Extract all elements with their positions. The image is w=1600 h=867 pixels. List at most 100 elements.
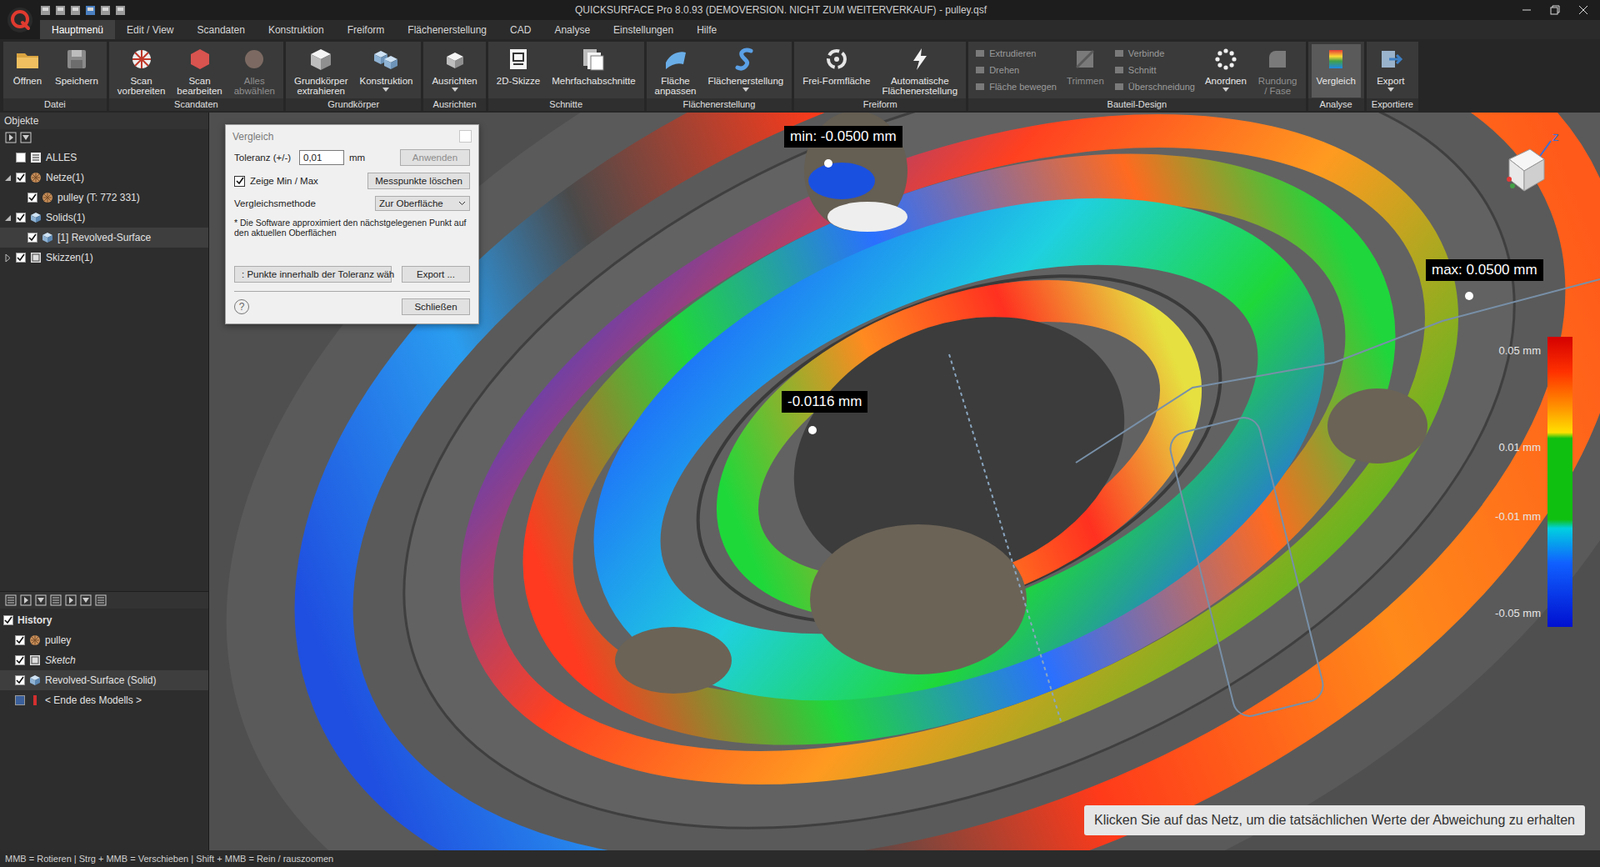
ribbon-button[interactable]: Ausrichten	[426, 44, 482, 98]
tree-row[interactable]: ALLES	[0, 147, 209, 168]
ribbon-button[interactable]: Vergleich	[1311, 44, 1361, 98]
panel-tool-icon[interactable]	[50, 594, 62, 606]
checkbox[interactable]	[15, 152, 26, 163]
panel-tool-icon[interactable]	[20, 594, 32, 606]
menu-tab[interactable]: Hauptmenü	[40, 20, 115, 40]
show-minmax-checkbox[interactable]	[234, 175, 245, 187]
close-dialog-button[interactable]: Schließen	[401, 298, 470, 315]
panel-tool-icon[interactable]	[5, 131, 17, 144]
menu-tab[interactable]: CAD	[498, 20, 543, 40]
app-logo[interactable]	[0, 0, 40, 40]
tree-row[interactable]: pulley (T: 772 331)	[0, 187, 209, 208]
menu-tab[interactable]: Analyse	[542, 20, 602, 40]
menu-tab[interactable]: Edit / View	[115, 20, 185, 40]
tree-row[interactable]: Skizzen(1)	[0, 247, 209, 268]
panel-tool-icon[interactable]	[95, 594, 107, 606]
window-controls	[1521, 5, 1595, 15]
ribbon-small-button[interactable]: Überschneidung	[1114, 78, 1195, 95]
ribbon-button[interactable]: Grundkörper extrahieren	[289, 44, 354, 98]
checkbox[interactable]	[27, 232, 38, 243]
ribbon-button[interactable]: Scan bearbeiten	[171, 44, 227, 98]
panel-tool-icon[interactable]	[65, 594, 77, 606]
ball-icon	[240, 45, 268, 73]
history-row[interactable]: Revolved-Surface (Solid)	[0, 670, 209, 690]
export-button[interactable]: Export ...	[401, 265, 470, 283]
history-row[interactable]: pulley	[0, 630, 209, 650]
recycle-icon	[823, 45, 850, 73]
ribbon-button[interactable]: Konstruktion	[355, 44, 419, 98]
quick-access-icon[interactable]	[85, 5, 96, 16]
method-select[interactable]: Zur Oberfläche	[375, 195, 470, 211]
ribbon-button[interactable]: Speichern	[50, 44, 104, 98]
checkbox[interactable]	[15, 212, 26, 223]
close-button[interactable]	[459, 130, 472, 143]
ribbon-small-button[interactable]: Fläche bewegen	[975, 78, 1057, 95]
ribbon-button[interactable]: Frei-Formfläche	[797, 44, 875, 98]
checkbox[interactable]	[15, 635, 25, 645]
ribbon-button[interactable]: Fläche anpassen	[650, 44, 702, 98]
quick-access-icon[interactable]	[115, 5, 126, 16]
checkbox[interactable]	[15, 675, 25, 685]
apply-button[interactable]: Anwenden	[400, 149, 470, 166]
nav-cube[interactable]: z	[1492, 125, 1568, 201]
dialog-title-bar[interactable]: Vergleich	[225, 125, 479, 148]
tree-row[interactable]: Netze(1)	[0, 167, 209, 188]
history-row[interactable]: < Ende des Modells >	[0, 690, 209, 710]
ribbon-button[interactable]: 2D-Skizze	[491, 44, 545, 98]
ribbon-small-button[interactable]: Schnitt	[1114, 61, 1195, 78]
close-icon[interactable]	[1578, 5, 1589, 15]
ribbon-small-button[interactable]: Drehen	[975, 61, 1057, 78]
restore-icon[interactable]	[1550, 5, 1560, 15]
ribbon-button[interactable]: Alles abwählen	[229, 44, 280, 98]
menu-tab[interactable]: Konstruktion	[256, 20, 336, 40]
panel-tool-icon[interactable]	[80, 594, 92, 606]
quick-access-icon[interactable]	[70, 5, 81, 16]
checkbox[interactable]	[15, 252, 26, 263]
menu-tab[interactable]: Freiform	[335, 20, 397, 40]
tolerance-input[interactable]: 0,01	[299, 150, 345, 165]
history-row[interactable]: History	[0, 610, 209, 630]
menu-tab[interactable]: Flächenerstellung	[395, 20, 499, 40]
menu-tab[interactable]: Hilfe	[685, 20, 729, 40]
history-row[interactable]: Sketch	[0, 650, 209, 670]
panel-tool-icon[interactable]	[35, 594, 47, 606]
surface-icon	[662, 45, 690, 73]
tree-row[interactable]: [1] Revolved-Surface	[0, 227, 209, 248]
checkbox[interactable]	[3, 615, 14, 625]
ribbon-button[interactable]: Flächenerstellung	[702, 44, 789, 98]
ribbon-button[interactable]: Automatische Flächenerstellung	[876, 44, 963, 98]
ribbon-small-button[interactable]: Extrudieren	[975, 45, 1057, 61]
expander[interactable]	[3, 213, 12, 222]
quick-access-icon[interactable]	[100, 5, 111, 16]
tree-row[interactable]: Solids(1)	[0, 207, 209, 228]
ribbon-button[interactable]: Trimmen	[1061, 44, 1110, 98]
minimize-icon[interactable]	[1521, 5, 1532, 15]
checkbox[interactable]	[15, 172, 26, 183]
panel-tool-icon[interactable]	[20, 131, 32, 144]
checkbox[interactable]	[27, 192, 38, 203]
ribbon-button[interactable]: Export	[1370, 44, 1412, 98]
check-icon	[28, 233, 37, 242]
ribbon-button[interactable]: Anordnen	[1200, 44, 1252, 98]
pages-icon	[580, 45, 607, 73]
ribbon-button[interactable]: Mehrfachabschnitte	[546, 44, 640, 98]
quick-access-icon[interactable]	[55, 5, 66, 16]
checkbox[interactable]	[15, 695, 25, 705]
ribbon-button[interactable]: Scan vorbereiten	[112, 44, 171, 98]
menu-tab[interactable]: Einstellungen	[601, 20, 685, 40]
clear-points-button[interactable]: Messpunkte löschen	[367, 172, 470, 190]
help-button[interactable]: ?	[234, 299, 250, 315]
ribbon-small-button[interactable]: Verbinde	[1114, 45, 1195, 61]
expander[interactable]	[3, 173, 12, 182]
menu-tab[interactable]: Scandaten	[185, 20, 257, 40]
sketch-icon	[29, 654, 41, 666]
ribbon-button[interactable]: Rundung / Fase	[1253, 44, 1303, 98]
panel-tool-icon[interactable]	[5, 594, 17, 606]
ribbon-button[interactable]: Öffnen	[6, 44, 49, 98]
quick-access-icon[interactable]	[40, 5, 51, 16]
expander[interactable]	[3, 253, 12, 262]
select-in-tolerance-button[interactable]: : Punkte innerhalb der Toleranz wäh	[234, 265, 392, 283]
viewport[interactable]: min: -0.0500 mmmax: 0.0500 mm-0.0116 mmz…	[209, 112, 1600, 850]
check-icon	[28, 193, 37, 202]
checkbox[interactable]	[15, 655, 25, 665]
